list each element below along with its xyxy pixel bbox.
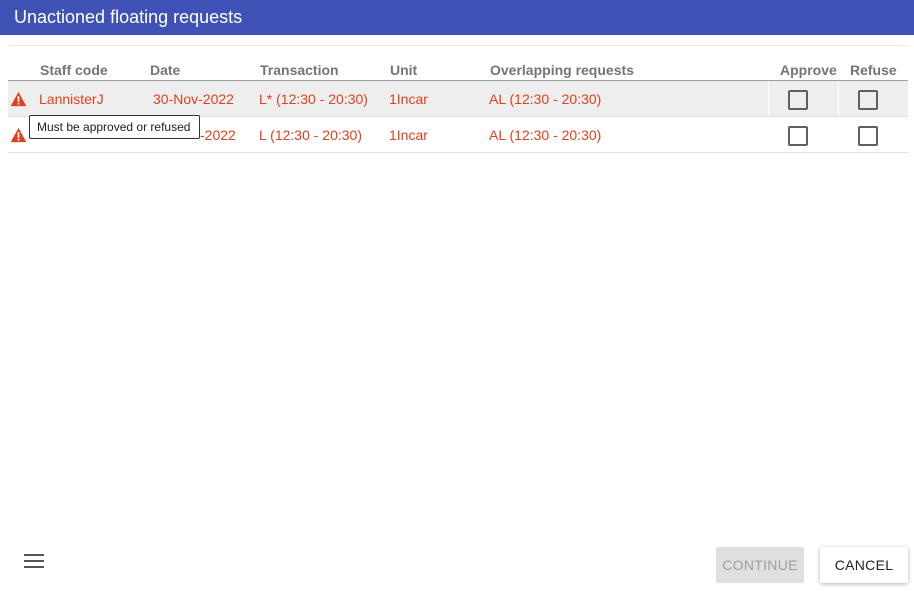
refuse-checkbox[interactable] [858,90,878,110]
continue-button[interactable]: CONTINUE [716,547,804,583]
cell-overlapping-requests: AL (12:30 - 20:30) [489,127,602,143]
header-transaction[interactable]: Transaction [260,62,339,78]
column-divider [768,81,769,116]
cell-staff-code: LannisterJ [39,91,104,107]
cell-transaction: L (12:30 - 20:30) [259,127,362,143]
cell-overlapping-requests: AL (12:30 - 20:30) [489,91,602,107]
header-overlapping-requests[interactable]: Overlapping requests [490,62,634,78]
divider [8,45,908,46]
column-divider [838,81,839,116]
cell-unit: 1Incar [389,127,428,143]
approve-checkbox[interactable] [788,126,808,146]
warning-tooltip: Must be approved or refused [29,115,200,139]
header-staff-code[interactable]: Staff code [40,62,108,78]
cell-transaction: L* (12:30 - 20:30) [259,91,368,107]
hamburger-menu-icon[interactable] [24,553,44,569]
header-approve: Approve [780,62,837,78]
cancel-button[interactable]: CANCEL [820,547,908,583]
dialog-title: Unactioned floating requests [0,0,914,35]
warning-triangle-icon[interactable] [10,127,27,143]
header-refuse: Refuse [850,62,897,78]
refuse-checkbox[interactable] [858,126,878,146]
table-row[interactable]: LannisterJ 30-Nov-2022 L* (12:30 - 20:30… [8,81,908,117]
approve-checkbox[interactable] [788,90,808,110]
cell-date: 30-Nov-2022 [153,91,234,107]
warning-triangle-icon[interactable] [10,91,27,107]
cell-unit: 1Incar [389,91,428,107]
table-header: Staff code Date Transaction Unit Overlap… [8,56,908,81]
header-date[interactable]: Date [150,62,180,78]
header-unit[interactable]: Unit [390,62,417,78]
cell-date: -2022 [200,127,236,143]
